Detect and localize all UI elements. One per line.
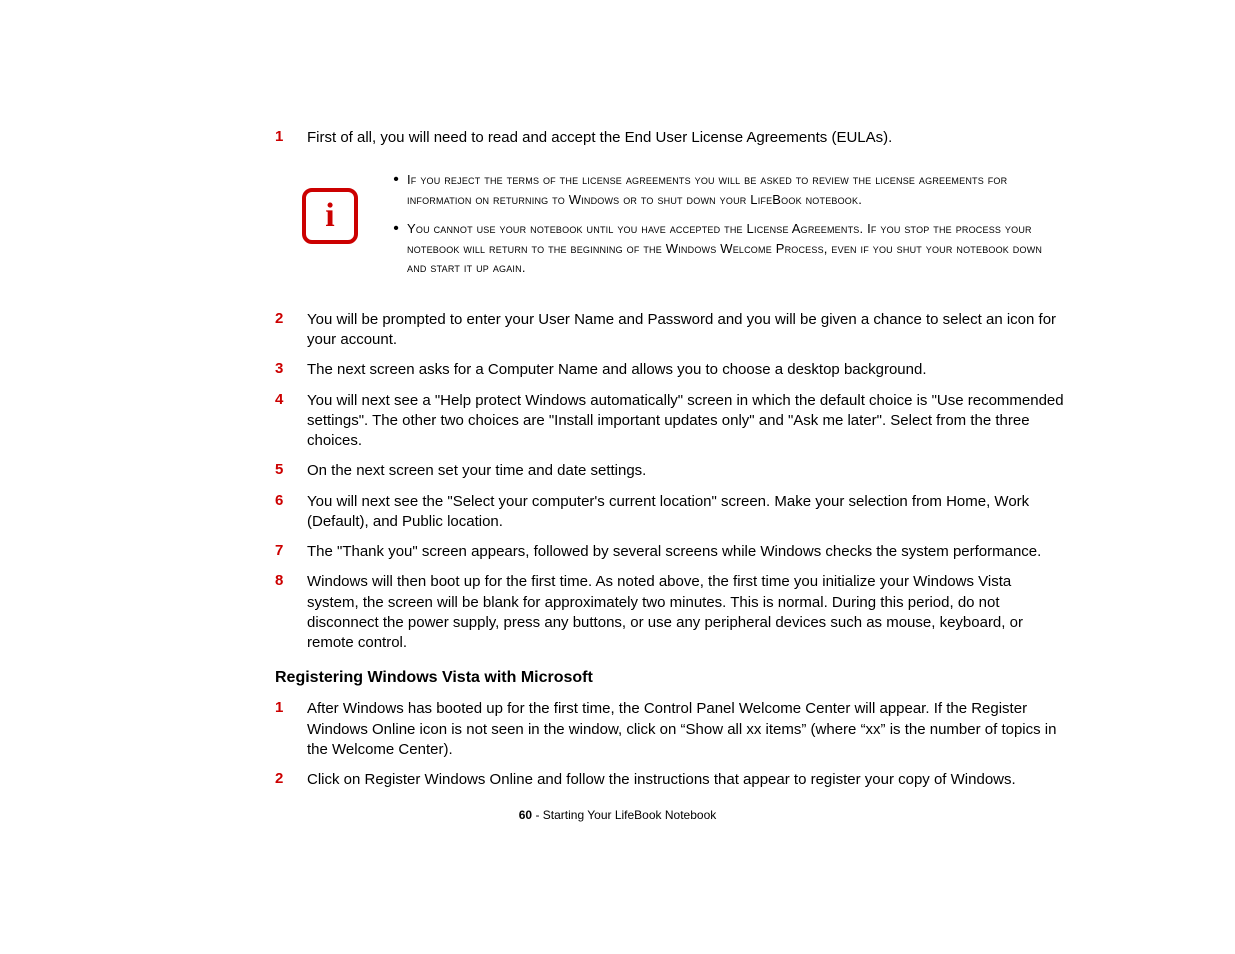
step-text: Click on Register Windows Online and fol… xyxy=(307,770,1016,790)
step-number: 4 xyxy=(275,391,307,408)
step-number: 1 xyxy=(275,699,307,716)
bullet-dot-icon: • xyxy=(385,170,407,189)
step-number: 3 xyxy=(275,360,307,377)
bullet-dot-icon: • xyxy=(385,219,407,238)
page-footer: 60 - Starting Your LifeBook Notebook xyxy=(0,808,1235,822)
step-number: 2 xyxy=(275,770,307,787)
step-5: 5 On the next screen set your time and d… xyxy=(275,461,1065,481)
step-7: 7 The "Thank you" screen appears, follow… xyxy=(275,542,1065,562)
step-8: 8 Windows will then boot up for the firs… xyxy=(275,572,1065,653)
info-bullet-1: • If you reject the terms of the license… xyxy=(385,170,1065,209)
step-text: The next screen asks for a Computer Name… xyxy=(307,360,927,380)
step-number: 8 xyxy=(275,572,307,589)
step-number: 5 xyxy=(275,461,307,478)
footer-title: Starting Your LifeBook Notebook xyxy=(543,808,716,822)
step-6: 6 You will next see the "Select your com… xyxy=(275,492,1065,533)
step-number: 2 xyxy=(275,310,307,327)
info-callout: i • If you reject the terms of the licen… xyxy=(275,170,1065,288)
step-text: Windows will then boot up for the first … xyxy=(307,572,1065,653)
step-number: 6 xyxy=(275,492,307,509)
step-3: 3 The next screen asks for a Computer Na… xyxy=(275,360,1065,380)
info-bullets: • If you reject the terms of the license… xyxy=(385,170,1065,288)
register-step-2: 2 Click on Register Windows Online and f… xyxy=(275,770,1065,790)
step-4: 4 You will next see a "Help protect Wind… xyxy=(275,391,1065,452)
step-text: After Windows has booted up for the firs… xyxy=(307,699,1065,760)
info-bullet-2: • You cannot use your notebook until you… xyxy=(385,219,1065,278)
steps-continued: 2 You will be prompted to enter your Use… xyxy=(275,310,1065,654)
step-number: 7 xyxy=(275,542,307,559)
step-2: 2 You will be prompted to enter your Use… xyxy=(275,310,1065,351)
step-text: The "Thank you" screen appears, followed… xyxy=(307,542,1041,562)
step-text: First of all, you will need to read and … xyxy=(307,128,892,148)
info-bullet-text: If you reject the terms of the license a… xyxy=(407,170,1065,209)
step-text: You will next see a "Help protect Window… xyxy=(307,391,1065,452)
info-bullet-text: You cannot use your notebook until you h… xyxy=(407,219,1065,278)
register-steps: 1 After Windows has booted up for the fi… xyxy=(275,699,1065,790)
register-step-1: 1 After Windows has booted up for the fi… xyxy=(275,699,1065,760)
page-number: 60 xyxy=(519,808,532,822)
document-page: 1 First of all, you will need to read an… xyxy=(275,128,1065,800)
info-icon-wrap: i xyxy=(275,170,385,244)
step-1: 1 First of all, you will need to read an… xyxy=(275,128,1065,148)
section-heading-register: Registering Windows Vista with Microsoft xyxy=(275,669,1065,687)
step-text: You will next see the "Select your compu… xyxy=(307,492,1065,533)
step-text: You will be prompted to enter your User … xyxy=(307,310,1065,351)
info-icon: i xyxy=(302,188,358,244)
footer-sep: - xyxy=(532,808,543,822)
step-number: 1 xyxy=(275,128,307,145)
step-text: On the next screen set your time and dat… xyxy=(307,461,646,481)
